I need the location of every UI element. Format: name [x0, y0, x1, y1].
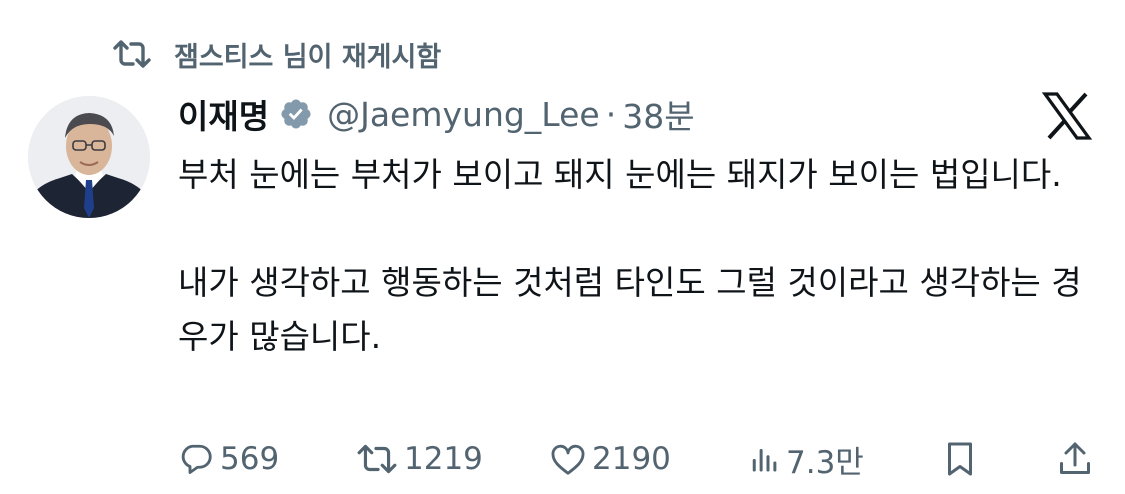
- views-count: 7.3만: [786, 444, 864, 481]
- bookmark-button[interactable]: [944, 434, 976, 484]
- tweet-paragraph-2: 내가 생각하고 행동하는 것처럼 타인도 그럴 것이라고 생각하는 경우가 많습…: [178, 263, 1082, 356]
- repost-button[interactable]: 1219: [356, 434, 483, 484]
- verified-badge-icon[interactable]: [279, 97, 313, 131]
- author-handle[interactable]: @Jaemyung_Lee: [327, 95, 600, 134]
- avatar[interactable]: [28, 96, 150, 218]
- retweet-icon: [356, 444, 398, 474]
- reply-button[interactable]: 569: [178, 434, 279, 484]
- views-button[interactable]: 7.3만: [748, 434, 864, 484]
- heart-icon: [550, 442, 586, 476]
- tweet-paragraph-1: 부처 눈에는 부처가 보이고 돼지 눈에는 돼지가 보이는 법입니다.: [178, 155, 1062, 194]
- tweet-text: 부처 눈에는 부처가 보이고 돼지 눈에는 돼지가 보이는 법입니다. 내가 생…: [178, 148, 1098, 364]
- reply-count: 569: [220, 441, 280, 477]
- tweet-header: 이재명 @Jaemyung_Lee · 38분: [178, 88, 695, 140]
- repost-count: 1219: [404, 441, 483, 477]
- header-separator: ·: [605, 94, 617, 134]
- share-button[interactable]: [1058, 434, 1092, 484]
- retweet-context-text: 잼스티스 님이 재게시함: [174, 41, 442, 73]
- author-display-name[interactable]: 이재명: [178, 90, 269, 138]
- views-icon: [748, 444, 780, 474]
- x-logo-icon: [1041, 92, 1093, 140]
- like-button[interactable]: 2190: [550, 434, 671, 484]
- like-count: 2190: [592, 441, 671, 477]
- tweet-action-bar: 569 1219 2190 7.3만: [0, 434, 1125, 484]
- retweet-icon: [112, 39, 156, 69]
- tweet-timestamp[interactable]: 38분: [622, 90, 694, 138]
- reply-icon: [178, 441, 214, 477]
- retweet-context[interactable]: 잼스티스 님이 재게시함: [112, 34, 441, 74]
- share-icon: [1058, 441, 1092, 477]
- bookmark-icon: [944, 441, 976, 477]
